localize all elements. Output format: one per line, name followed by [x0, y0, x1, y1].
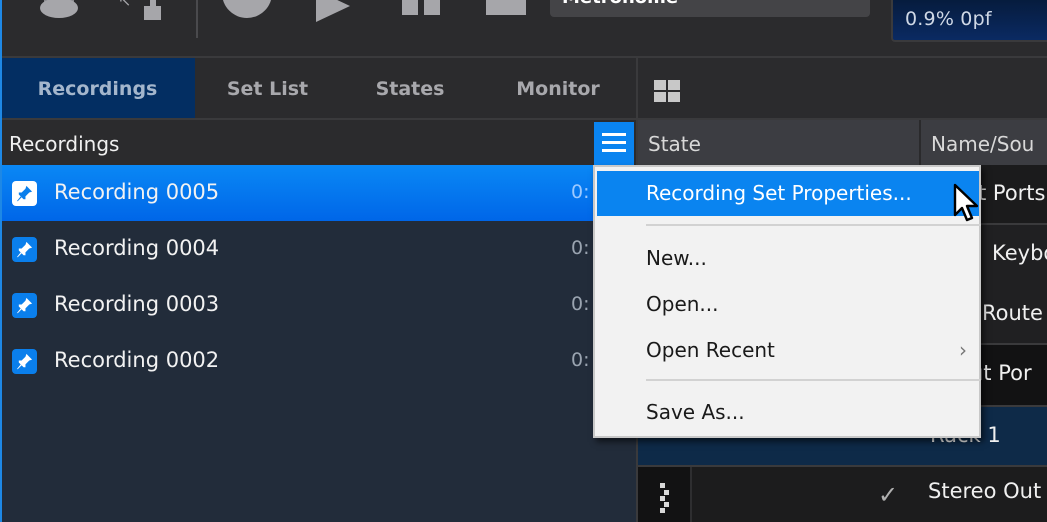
lock-icon[interactable] — [144, 6, 161, 20]
recording-name: Recording 0003 — [54, 292, 220, 316]
column-header-name[interactable]: Name/Sou — [921, 120, 1047, 165]
list-item[interactable]: Recording 0005 0: — [0, 165, 636, 221]
context-menu: Recording Set Properties... New... Open.… — [593, 165, 981, 438]
row-label: Route — [982, 301, 1043, 325]
list-item[interactable]: Recording 0002 0: — [0, 333, 636, 389]
pause-icon[interactable] — [402, 0, 418, 15]
arrow-icon: ↖ — [118, 0, 132, 10]
list-item[interactable]: Recording 0004 0: — [0, 221, 636, 277]
toolbar-divider — [196, 0, 198, 38]
window-edge — [0, 0, 2, 522]
recording-name: Recording 0002 — [54, 348, 220, 372]
menu-separator — [646, 379, 981, 381]
transport-toolbar: ↖ Metronome 0.9% 0pf — [0, 0, 1047, 58]
menu-item-save-as[interactable]: Save As... — [597, 390, 979, 434]
pin-checkbox[interactable] — [12, 293, 37, 318]
stop-icon[interactable] — [486, 0, 526, 15]
record-icon[interactable] — [222, 0, 272, 18]
hamburger-icon-line — [602, 149, 626, 152]
recording-time: 0: — [571, 237, 590, 259]
recording-time: 0: — [571, 293, 590, 315]
tab-recordings[interactable]: Recordings — [0, 58, 195, 118]
grid-view-icon[interactable] — [654, 80, 682, 104]
row-label: Stereo Out — [928, 479, 1042, 503]
cpu-meter: 0.9% 0pf — [891, 0, 1047, 42]
pin-checkbox[interactable] — [12, 349, 37, 374]
chevron-right-icon: › — [959, 338, 967, 362]
metronome-icon[interactable] — [40, 0, 78, 18]
list-title: Recordings — [9, 132, 120, 156]
pin-icon — [16, 241, 33, 258]
pin-checkbox[interactable] — [12, 181, 37, 206]
recording-name: Recording 0005 — [54, 180, 220, 204]
menu-button[interactable] — [594, 122, 634, 165]
menu-item-open[interactable]: Open... — [597, 282, 979, 326]
recordings-panel: Recordings Set List States Monitor Recor… — [0, 58, 636, 522]
tab-states[interactable]: States — [340, 58, 480, 118]
recording-time: 0: — [571, 349, 590, 371]
pin-icon — [16, 353, 33, 370]
hamburger-icon-line — [602, 141, 626, 144]
mouse-cursor-icon — [953, 183, 979, 222]
pin-checkbox[interactable] — [12, 237, 37, 262]
pause-icon-bar[interactable] — [424, 0, 440, 15]
menu-item-new[interactable]: New... — [597, 236, 979, 280]
menu-item-label: Open Recent — [646, 338, 775, 362]
pin-icon — [16, 297, 33, 314]
table-row[interactable]: ✓ Stereo Out — [638, 467, 1047, 522]
list-header: Recordings — [0, 120, 636, 165]
tab-monitor[interactable]: Monitor — [480, 58, 636, 118]
menu-item-recording-set-properties[interactable]: Recording Set Properties... — [597, 171, 979, 216]
recording-time: 0: — [571, 181, 590, 203]
recording-name: Recording 0004 — [54, 236, 220, 260]
checkmark-icon: ✓ — [878, 481, 899, 509]
tab-set-list[interactable]: Set List — [195, 58, 340, 118]
song-name-field[interactable]: Metronome — [550, 0, 870, 17]
menu-item-open-recent[interactable]: Open Recent › — [597, 328, 979, 372]
routing-tabs — [638, 58, 1047, 120]
list-item[interactable]: Recording 0003 0: — [0, 277, 636, 333]
row-label: Keybo — [992, 241, 1047, 265]
pin-icon — [16, 185, 33, 202]
column-header-state[interactable]: State — [638, 120, 921, 165]
row-label: t Ports — [978, 181, 1046, 205]
panel-tabs: Recordings Set List States Monitor — [0, 58, 636, 120]
drag-handle[interactable] — [638, 467, 692, 522]
recordings-list: Recording 0005 0: Recording 0004 0: Reco… — [0, 165, 636, 389]
menu-separator — [646, 224, 981, 226]
play-icon[interactable] — [316, 0, 350, 22]
hamburger-icon — [602, 133, 626, 136]
